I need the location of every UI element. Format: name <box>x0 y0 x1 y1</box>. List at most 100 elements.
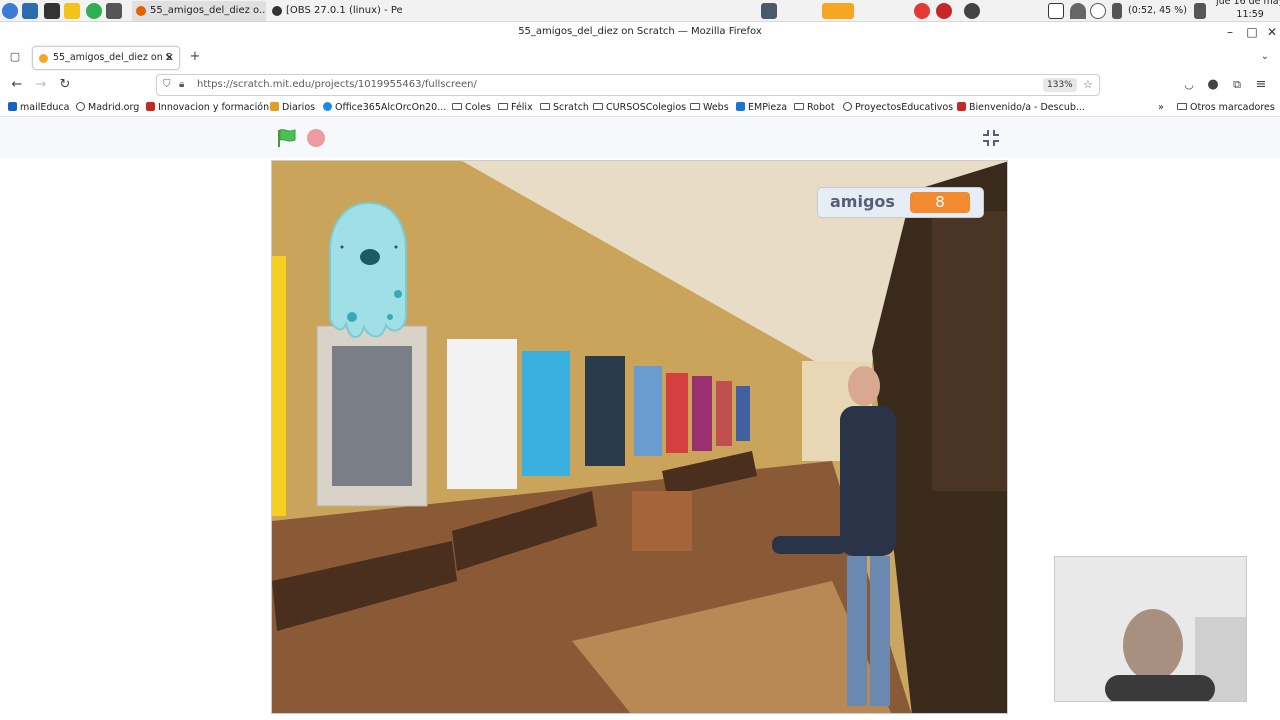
player-controls-bar <box>0 118 1280 158</box>
bluetooth-icon[interactable] <box>964 3 980 19</box>
status-icon[interactable] <box>1090 3 1106 19</box>
site-icon <box>270 102 279 111</box>
bookmarks-overflow-icon[interactable]: » <box>1158 99 1164 116</box>
terminal-icon[interactable] <box>44 3 60 19</box>
folder-icon <box>498 103 508 110</box>
clock-time: 11:59 <box>1236 9 1264 20</box>
power-icon[interactable] <box>936 3 952 19</box>
bookmark-item[interactable]: Robot <box>794 99 835 116</box>
lock-icon[interactable]: 🔒︎ <box>179 75 184 95</box>
tab-scratch-project[interactable]: 55_amigos_del_diez on S ✕ <box>32 46 180 70</box>
bookmark-label: Madrid.org <box>88 102 140 113</box>
url-bar[interactable]: ⛉ 🔒︎ https://scratch.mit.edu/projects/10… <box>156 74 1100 96</box>
taskbar-task-label: 55_amigos_del_diez o... <box>150 5 266 16</box>
bookmark-label: Otros marcadores <box>1190 102 1275 113</box>
folder-icon <box>540 103 550 110</box>
bookmark-label: Félix <box>511 102 533 113</box>
refresh-app-icon[interactable] <box>86 3 102 19</box>
scratch-favicon-icon <box>39 54 48 63</box>
bookmark-label: Bienvenido/a - Descub... <box>969 102 1085 113</box>
new-tab-icon[interactable]: + <box>186 48 204 66</box>
account-icon[interactable]: ● <box>1204 76 1222 94</box>
taskbar-task-label: [OBS 27.0.1 (linux) - Per... <box>286 5 402 16</box>
window-titlebar: 55_amigos_del_diez on Scratch — Mozilla … <box>0 22 1280 42</box>
bookmark-label: Diarios <box>282 102 316 113</box>
bookmark-label: Scratch <box>553 102 589 113</box>
desktop-icon[interactable] <box>22 3 38 19</box>
window-title: 55_amigos_del_diez on Scratch — Mozilla … <box>518 26 762 37</box>
close-app-icon[interactable] <box>106 3 122 19</box>
tab-list-icon[interactable]: ▢ <box>6 48 24 66</box>
clock-date: jue 16 de may <box>1216 0 1280 7</box>
office-icon <box>323 102 332 111</box>
bookmark-item[interactable]: ProyectosEducativos <box>843 99 953 116</box>
bookmark-label: Robot <box>807 102 835 113</box>
bookmark-label: Innovacion y formación <box>158 102 270 113</box>
chevron-down-icon[interactable]: ⌄ <box>1256 48 1274 66</box>
bookmark-item[interactable]: Office365AlcOrcOn20... <box>323 99 446 116</box>
bookmark-item[interactable]: mailEduca <box>8 99 69 116</box>
ghost-sprite[interactable] <box>324 199 414 359</box>
taskbar-task-firefox[interactable]: 55_amigos_del_diez o... <box>132 1 266 21</box>
site-icon <box>146 102 155 111</box>
minimize-icon[interactable]: – <box>1220 22 1240 42</box>
bookmark-item[interactable]: Madrid.org <box>76 99 139 116</box>
reload-icon[interactable]: ↻ <box>56 76 74 94</box>
screenshot-app-icon[interactable] <box>822 3 854 19</box>
bookmark-item[interactable]: EMPieza <box>736 99 787 116</box>
os-taskbar: 55_amigos_del_diez o... [OBS 27.0.1 (lin… <box>0 0 1280 22</box>
site-icon <box>736 102 745 111</box>
bookmark-label: mailEduca <box>20 102 70 113</box>
close-window-icon[interactable]: ✕ <box>1262 22 1280 42</box>
bookmark-label: EMPieza <box>748 102 788 113</box>
wifi-icon[interactable] <box>1070 3 1086 19</box>
bookmark-item[interactable]: CURSOSColegios <box>593 99 686 116</box>
globe-icon <box>76 102 85 111</box>
zoom-indicator[interactable]: 133% <box>1043 78 1077 92</box>
url-text: https://scratch.mit.edu/projects/1019955… <box>197 79 477 90</box>
folder-icon <box>794 103 804 110</box>
tab-label: 55_amigos_del_diez on S <box>53 52 172 63</box>
bookmark-item[interactable]: Webs <box>690 99 729 116</box>
other-bookmarks[interactable]: Otros marcadores <box>1177 99 1275 116</box>
back-icon[interactable]: ← <box>8 76 26 94</box>
maximize-icon[interactable]: □ <box>1242 22 1262 42</box>
monitor-label: amigos <box>830 192 895 211</box>
bookmark-item[interactable]: Bienvenido/a - Descub... <box>957 99 1085 116</box>
folder-icon <box>452 103 462 110</box>
bookmark-item[interactable]: Félix <box>498 99 533 116</box>
pocket-icon[interactable]: ◡ <box>1180 76 1198 94</box>
bookmark-item[interactable]: Diarios <box>270 99 315 116</box>
site-icon <box>957 102 966 111</box>
bookmark-star-icon[interactable]: ☆ <box>1083 75 1093 95</box>
nav-bar: ← → ↻ ⛉ 🔒︎ https://scratch.mit.edu/proje… <box>0 71 1280 99</box>
taskbar-task-obs[interactable]: [OBS 27.0.1 (linux) - Per... <box>268 1 402 21</box>
timer-icon[interactable] <box>914 3 930 19</box>
stop-icon[interactable] <box>307 129 325 147</box>
scratch-stage[interactable]: amigos 8 <box>271 160 1008 714</box>
bookmark-label: Coles <box>465 102 491 113</box>
mail-icon <box>8 102 17 111</box>
close-tab-icon[interactable]: ✕ <box>165 47 174 69</box>
tracking-shield-icon[interactable]: ⛉ <box>163 75 171 95</box>
extensions-icon[interactable]: ⧉ <box>1228 76 1246 94</box>
display-icon[interactable] <box>1048 3 1064 19</box>
monitor-value: 8 <box>910 192 970 213</box>
shield-icon[interactable] <box>761 3 777 19</box>
app-menu-icon[interactable] <box>2 3 18 19</box>
tab-bar: ▢ 55_amigos_del_diez on S ✕ + ⌄ <box>0 42 1280 71</box>
volume-icon[interactable] <box>1194 3 1206 19</box>
folder-icon <box>593 103 603 110</box>
menu-icon[interactable]: ≡ <box>1252 76 1270 94</box>
forward-icon[interactable]: → <box>32 76 50 94</box>
bookmark-item[interactable]: Coles <box>452 99 491 116</box>
bookmark-item[interactable]: Innovacion y formación <box>146 99 269 116</box>
notes-icon[interactable] <box>64 3 80 19</box>
battery-icon[interactable] <box>1112 3 1122 19</box>
folder-icon <box>690 103 700 110</box>
clock[interactable]: jue 16 de may 11:59 <box>1216 0 1280 20</box>
exit-fullscreen-icon[interactable] <box>980 127 1002 149</box>
bookmark-label: ProyectosEducativos <box>855 102 954 113</box>
bookmark-item[interactable]: Scratch <box>540 99 589 116</box>
green-flag-icon[interactable] <box>277 129 297 147</box>
